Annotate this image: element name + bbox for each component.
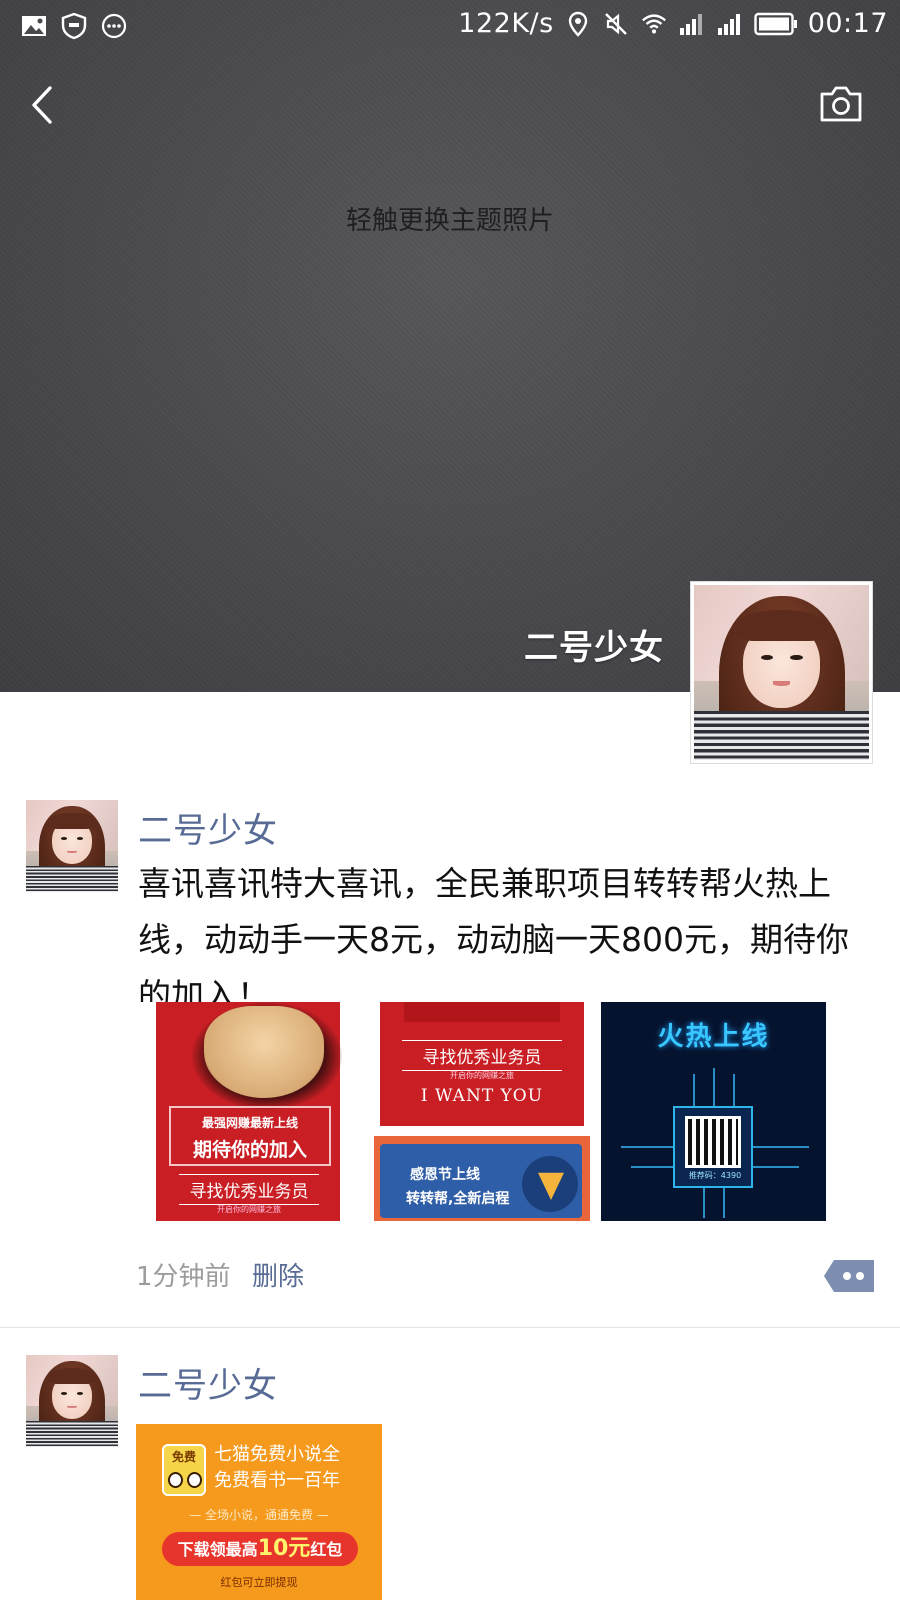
ad-cta: 下载领最高10元红包: [162, 1532, 358, 1566]
poster-tag: 寻找优秀业务员: [402, 1040, 562, 1071]
avatar-image: [694, 585, 869, 760]
post-divider: [0, 1327, 900, 1328]
signal-icon: [717, 13, 740, 35]
avatar-image: [26, 1355, 118, 1447]
post-text: 喜讯喜讯特大喜讯，全民兼职项目转转帮火热上线，动动手一天8元，动动脑一天800元…: [138, 864, 849, 1015]
qr-code-icon: [685, 1116, 741, 1168]
clock: 00:17: [807, 8, 888, 39]
ad-note: 红包可立即提现: [220, 1576, 298, 1589]
comment-dots-icon[interactable]: [824, 1260, 874, 1292]
post-image[interactable]: 寻找优秀业务员 开启你的网赚之旅 I WANT YOU: [374, 1002, 590, 1132]
avatar-image: [26, 800, 118, 892]
post-author[interactable]: 二号少女: [138, 803, 278, 852]
network-speed: 122K/s: [458, 8, 554, 39]
post-image[interactable]: 免费 七猫免费小说全 免费看书一百年 — 全场小说，通通免费 — 下载领最高10…: [136, 1424, 382, 1600]
profile-name: 二号少女: [524, 628, 664, 668]
poster-line: 感恩节上线: [410, 1167, 480, 1183]
location-icon: [568, 11, 587, 37]
poster-sub: 开启你的网赚之旅: [217, 1205, 281, 1214]
poster-english: I WANT YOU: [420, 1086, 544, 1106]
post-image[interactable]: 感恩节上线 转转帮,全新启程: [374, 1136, 590, 1221]
battery-icon: [753, 12, 797, 35]
chevron-left-icon[interactable]: [22, 80, 62, 130]
change-cover-hint[interactable]: 轻触更换主题照片: [0, 200, 900, 237]
referral-code: 推荐码：4390: [688, 1171, 742, 1180]
ad-line: — 全场小说，通通免费 —: [189, 1508, 329, 1522]
delete-button[interactable]: 删除: [252, 1256, 304, 1293]
ad-line: 免费看书一百年: [214, 1470, 340, 1491]
mute-icon: [604, 12, 627, 35]
post-avatar[interactable]: [26, 1355, 118, 1447]
wifi-icon: [641, 13, 666, 34]
image-icon: [22, 16, 46, 36]
qr-chip: 推荐码：4390: [673, 1106, 753, 1188]
poster-title: 火热上线: [657, 1022, 770, 1052]
status-bar: 122K/s 00:17: [0, 0, 900, 52]
ad-line: 七猫免费小说全: [214, 1444, 340, 1465]
post-time: 1分钟前: [136, 1262, 231, 1292]
post-avatar[interactable]: [26, 800, 118, 892]
poster-line: 转转帮,全新启程: [406, 1191, 510, 1207]
poster-sub: 开启你的网赚之旅: [450, 1071, 514, 1080]
post-author[interactable]: 二号少女: [138, 1358, 278, 1407]
shield-icon: [61, 12, 87, 40]
camera-icon[interactable]: [818, 84, 864, 124]
post-image[interactable]: 最强网赚最新上线 期待你的加入 寻找优秀业务员 开启你的网赚之旅: [139, 1002, 361, 1221]
poster-banner: 最强网赚最新上线 期待你的加入: [169, 1106, 331, 1166]
app-logo: 免费: [162, 1444, 206, 1496]
post-image[interactable]: 火热上线 推荐码：4390: [601, 1002, 826, 1221]
signal-icon: [679, 13, 702, 35]
poster-tag: 寻找优秀业务员: [179, 1174, 319, 1205]
profile-avatar[interactable]: [690, 581, 873, 764]
more-dots-icon: [101, 13, 127, 39]
